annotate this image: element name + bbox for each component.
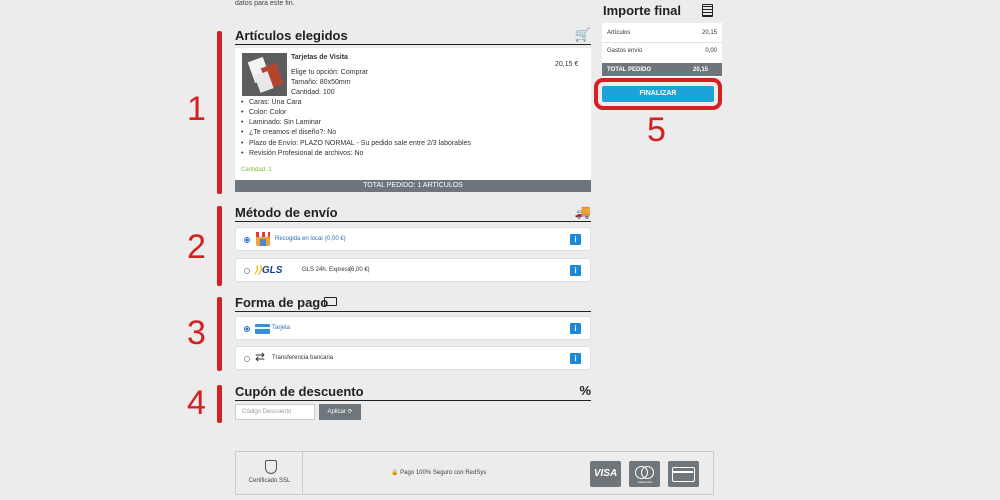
annotation-bar-3 — [217, 297, 222, 371]
apply-coupon-button[interactable]: Aplicar ⟳ — [319, 404, 361, 420]
footer-trust-bar: Certificado SSL 🔒 Pago 100% Seguro con R… — [235, 451, 714, 495]
annotation-bar-1 — [217, 31, 222, 194]
info-icon[interactable]: i — [570, 265, 581, 276]
payment-option-transfer[interactable]: ⇄ Transferencia bancaria i — [235, 346, 591, 370]
annotation-bar-2 — [217, 206, 222, 286]
top-note: datos para este fin. — [235, 0, 295, 7]
summary-total: TOTAL PEDIDO 20,15 — [602, 63, 722, 76]
info-icon[interactable]: i — [570, 323, 581, 334]
annotation-number-4: 4 — [187, 384, 206, 422]
total-articles-bar: TOTAL PEDIDO: 1 ARTÍCULOS — [235, 180, 591, 192]
card-label: Tarjeta — [272, 325, 291, 331]
pickup-label: Recogida en local — [275, 236, 323, 242]
shipping-option-gls[interactable]: ⟩⟩GLS GLS 24h. Express (6,00 €) i — [235, 258, 591, 282]
summary-row-label: Gastos envío — [607, 48, 643, 54]
product-option: Laminado: Sin Laminar — [241, 119, 321, 126]
product-detail: Tamaño: 80x50mm — [291, 79, 351, 86]
product-option: Plazo de Envío: PLAZO NORMAL - Su pedido… — [241, 140, 471, 147]
radio-gls[interactable] — [244, 268, 250, 274]
articles-title-text: Artículos elegidos — [235, 28, 348, 43]
secure-payment-text: 🔒 Pago 100% Seguro con RedSys — [391, 469, 486, 476]
percent-icon: % — [579, 383, 591, 398]
payment-title: Forma de pago — [235, 295, 591, 312]
product-thumbnail — [242, 53, 287, 96]
lock-icon: 🔒 — [391, 470, 399, 476]
shipping-option-pickup[interactable]: Recogida en local (0,00 €) i — [235, 227, 591, 251]
credit-card-icon — [324, 297, 337, 306]
annotation-number-1: 1 — [187, 90, 206, 128]
cart-icon: 🛒 — [574, 27, 591, 42]
annotation-bar-4 — [217, 385, 222, 423]
apply-label: Aplicar — [327, 409, 346, 415]
summary-row-value: 0,00 — [705, 48, 717, 54]
calculator-icon — [702, 4, 713, 17]
radio-pickup[interactable] — [244, 237, 250, 243]
secure-label: Pago 100% Seguro con RedSys — [400, 470, 487, 476]
payment-option-card[interactable]: Tarjeta i — [235, 316, 591, 340]
info-icon[interactable]: i — [570, 234, 581, 245]
mastercard-icon: mastercard — [629, 461, 660, 487]
refresh-icon: ⟳ — [347, 409, 353, 415]
summary-title: Importe final — [603, 3, 682, 18]
product-option: Caras: Una Cara — [241, 99, 301, 106]
product-option: ¿Te creamos el diseño?: No — [241, 129, 336, 136]
visa-icon: VISA — [590, 461, 621, 487]
summary-row-value: 20,15 — [701, 30, 717, 36]
info-icon[interactable]: i — [570, 353, 581, 364]
total-value: 20,15 — [692, 67, 708, 73]
articles-title: Artículos elegidos 🛒 — [235, 27, 591, 45]
card-icon — [255, 324, 270, 334]
radio-transfer[interactable] — [244, 356, 250, 362]
shipping-title: Método de envío 🚚 — [235, 204, 591, 222]
annotation-number-5: 5 — [647, 111, 666, 149]
pickup-price: (0,00 €) — [325, 236, 346, 242]
summary-row-label: Artículos — [607, 30, 631, 36]
total-label: TOTAL PEDIDO — [607, 67, 652, 73]
mastercard-label: mastercard — [636, 480, 652, 484]
gls-label: GLS 24h. Express — [302, 267, 351, 273]
shipping-title-text: Método de envío — [235, 205, 338, 220]
product-detail: Cantidad: 100 — [291, 89, 335, 96]
quantity-note: Cantidad: 1 — [241, 167, 272, 173]
store-icon — [256, 232, 270, 246]
article-card — [235, 48, 591, 180]
summary-row-shipping: Gastos envío 0,00 — [607, 48, 717, 54]
annotation-number-3: 3 — [187, 314, 206, 352]
product-detail: Elige tu opción: Comprar — [291, 69, 369, 76]
annotation-number-2: 2 — [187, 228, 206, 266]
shield-icon — [265, 460, 277, 474]
product-option: Color: Color — [241, 109, 286, 116]
gls-price: (6,00 €) — [349, 267, 370, 273]
gls-logo-icon: ⟩⟩GLS — [254, 265, 283, 276]
radio-card[interactable] — [244, 326, 250, 332]
finalize-button[interactable]: FINALIZAR — [602, 86, 714, 102]
ssl-label: Certificado SSL — [248, 478, 291, 484]
gls-logo-text: GLS — [261, 265, 283, 276]
coupon-input[interactable]: Código Descuento — [235, 404, 315, 420]
coupon-title-text: Cupón de descuento — [235, 384, 364, 399]
coupon-title: Cupón de descuento % — [235, 383, 591, 401]
payment-title-text: Forma de pago — [235, 295, 329, 310]
transfer-label: Transferencia bancaria — [272, 355, 334, 361]
truck-icon: 🚚 — [574, 204, 591, 219]
ssl-cell: Certificado SSL — [236, 452, 303, 494]
product-name: Tarjetas de Visita — [291, 54, 348, 61]
product-price: 20,15 € — [555, 61, 579, 68]
transfer-icon: ⇄ — [255, 350, 266, 364]
generic-card-icon — [668, 461, 699, 487]
product-option: Revisión Profesional de archivos: No — [241, 150, 363, 157]
summary-row-articles: Artículos 20,15 — [607, 30, 717, 36]
